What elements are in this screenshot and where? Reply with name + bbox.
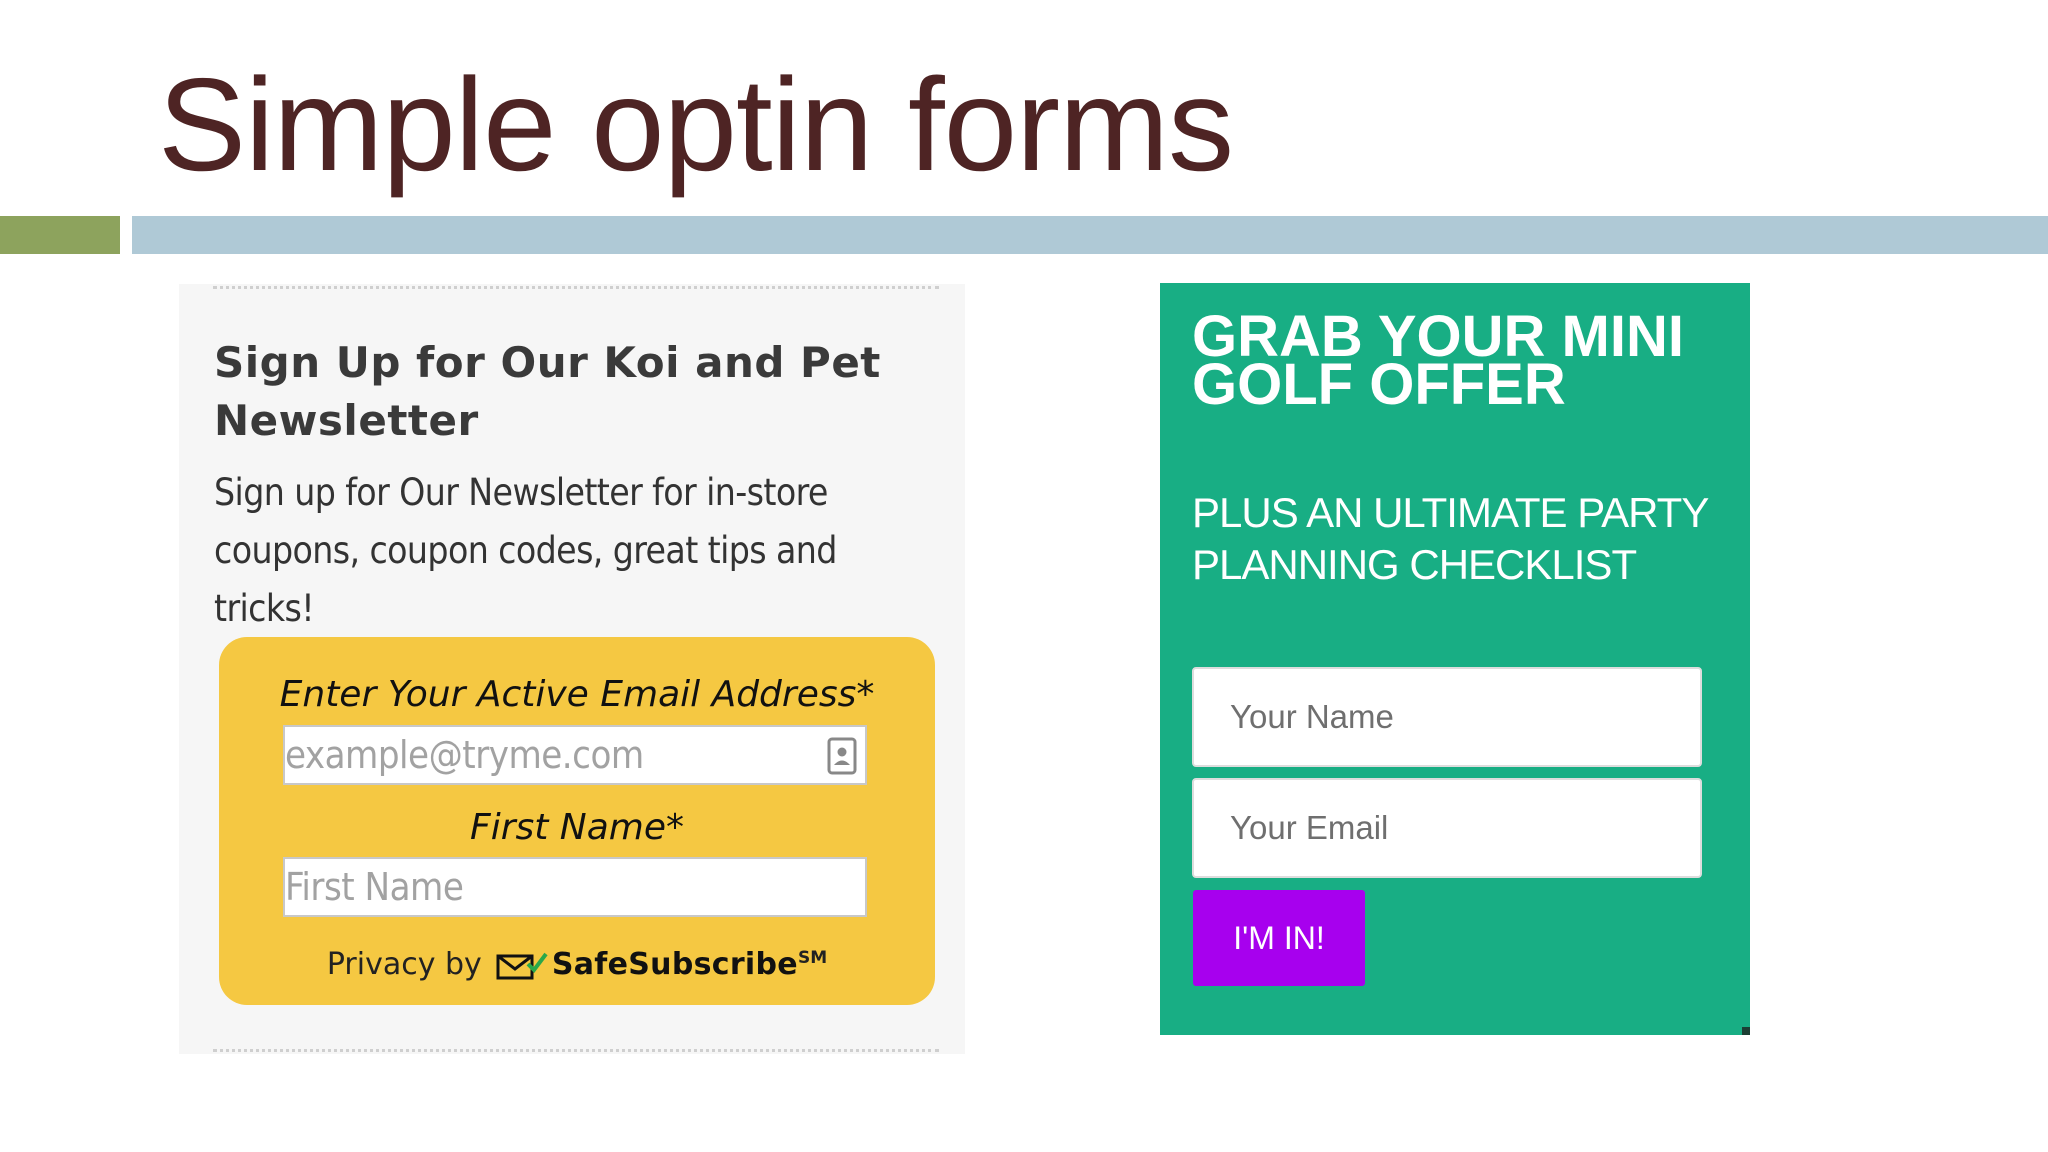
email-placeholder: example@tryme.com <box>285 733 644 777</box>
service-mark: SM <box>797 948 828 968</box>
im-in-button[interactable]: I'M IN! <box>1193 890 1365 986</box>
your-email-input[interactable]: Your Email <box>1192 778 1702 878</box>
koi-form-heading: Sign Up for Our Koi and Pet Newsletter <box>214 338 881 445</box>
accent-bar-blue <box>132 216 2048 254</box>
privacy-line: Privacy by SafeSubscribeSM <box>219 947 935 982</box>
your-name-placeholder: Your Name <box>1230 698 1394 735</box>
dotted-divider-top <box>213 286 939 289</box>
accent-bar-green <box>0 216 120 254</box>
email-input[interactable]: example@tryme.com <box>283 725 867 785</box>
safesubscribe-brand[interactable]: SafeSubscribe <box>552 947 798 982</box>
koi-form-description: Sign up for Our Newsletter for in-store … <box>214 471 837 630</box>
privacy-prefix: Privacy by <box>326 947 482 982</box>
golf-offer-subheading: PLUS AN ULTIMATE PARTY PLANNING CHECKLIS… <box>1192 489 1709 588</box>
safesubscribe-mail-icon <box>496 952 548 979</box>
golf-offer-heading: GRAB YOUR MINI GOLF OFFER <box>1192 304 1684 417</box>
dotted-divider-bottom <box>213 1049 939 1052</box>
first-name-input[interactable]: First Name <box>283 857 867 917</box>
koi-signup-form: Enter Your Active Email Address* example… <box>219 637 935 1005</box>
mini-golf-offer-card: GRAB YOUR MINI GOLF OFFER PLUS AN ULTIMA… <box>1160 283 1750 1035</box>
koi-newsletter-card: Sign Up for Our Koi and Pet Newsletter S… <box>179 284 965 1054</box>
card-corner-mark <box>1742 1027 1750 1035</box>
slide-title: Simple optin forms <box>158 51 1234 198</box>
contact-card-icon[interactable] <box>827 737 857 775</box>
your-email-placeholder: Your Email <box>1230 809 1389 846</box>
email-label: Enter Your Active Email Address* <box>279 674 875 715</box>
first-name-label: First Name* <box>469 807 685 848</box>
first-name-placeholder: First Name <box>285 865 464 909</box>
your-name-input[interactable]: Your Name <box>1192 667 1702 767</box>
